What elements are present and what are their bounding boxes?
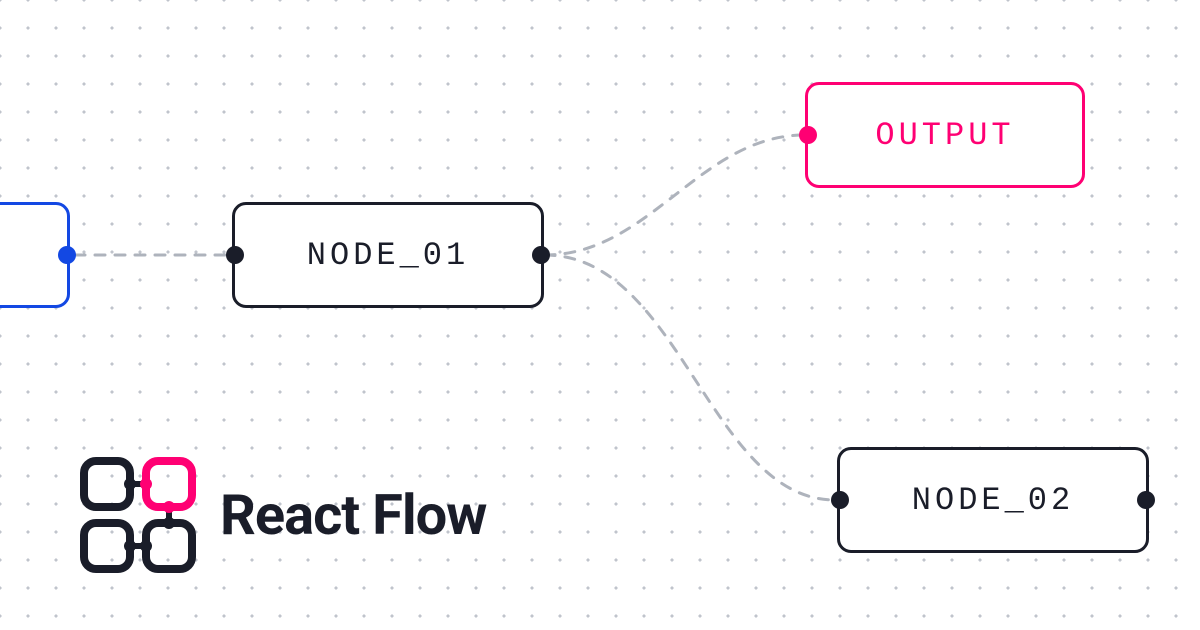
node-02[interactable]: NODE_02 bbox=[837, 447, 1149, 553]
handle-node02-left[interactable] bbox=[831, 491, 849, 509]
node-output-label: OUTPUT bbox=[875, 117, 1014, 154]
edge-node01-node02 bbox=[545, 255, 835, 500]
node-01-label: NODE_01 bbox=[307, 237, 469, 274]
node-01[interactable]: NODE_01 bbox=[232, 202, 544, 308]
handle-node02-right[interactable] bbox=[1137, 491, 1155, 509]
node-input[interactable] bbox=[0, 202, 70, 308]
handle-node01-left[interactable] bbox=[226, 246, 244, 264]
brand-label: React Flow bbox=[220, 482, 486, 548]
node-output[interactable]: OUTPUT bbox=[805, 82, 1085, 188]
brand: React Flow bbox=[78, 455, 486, 575]
node-02-label: NODE_02 bbox=[912, 482, 1074, 519]
handle-output-left[interactable] bbox=[799, 126, 817, 144]
handle-input-right[interactable] bbox=[58, 246, 76, 264]
react-flow-logo-icon bbox=[78, 455, 198, 575]
handle-node01-right[interactable] bbox=[532, 246, 550, 264]
flow-canvas[interactable]: NODE_01 OUTPUT NODE_02 bbox=[0, 0, 1200, 630]
edge-node01-output bbox=[545, 135, 805, 255]
